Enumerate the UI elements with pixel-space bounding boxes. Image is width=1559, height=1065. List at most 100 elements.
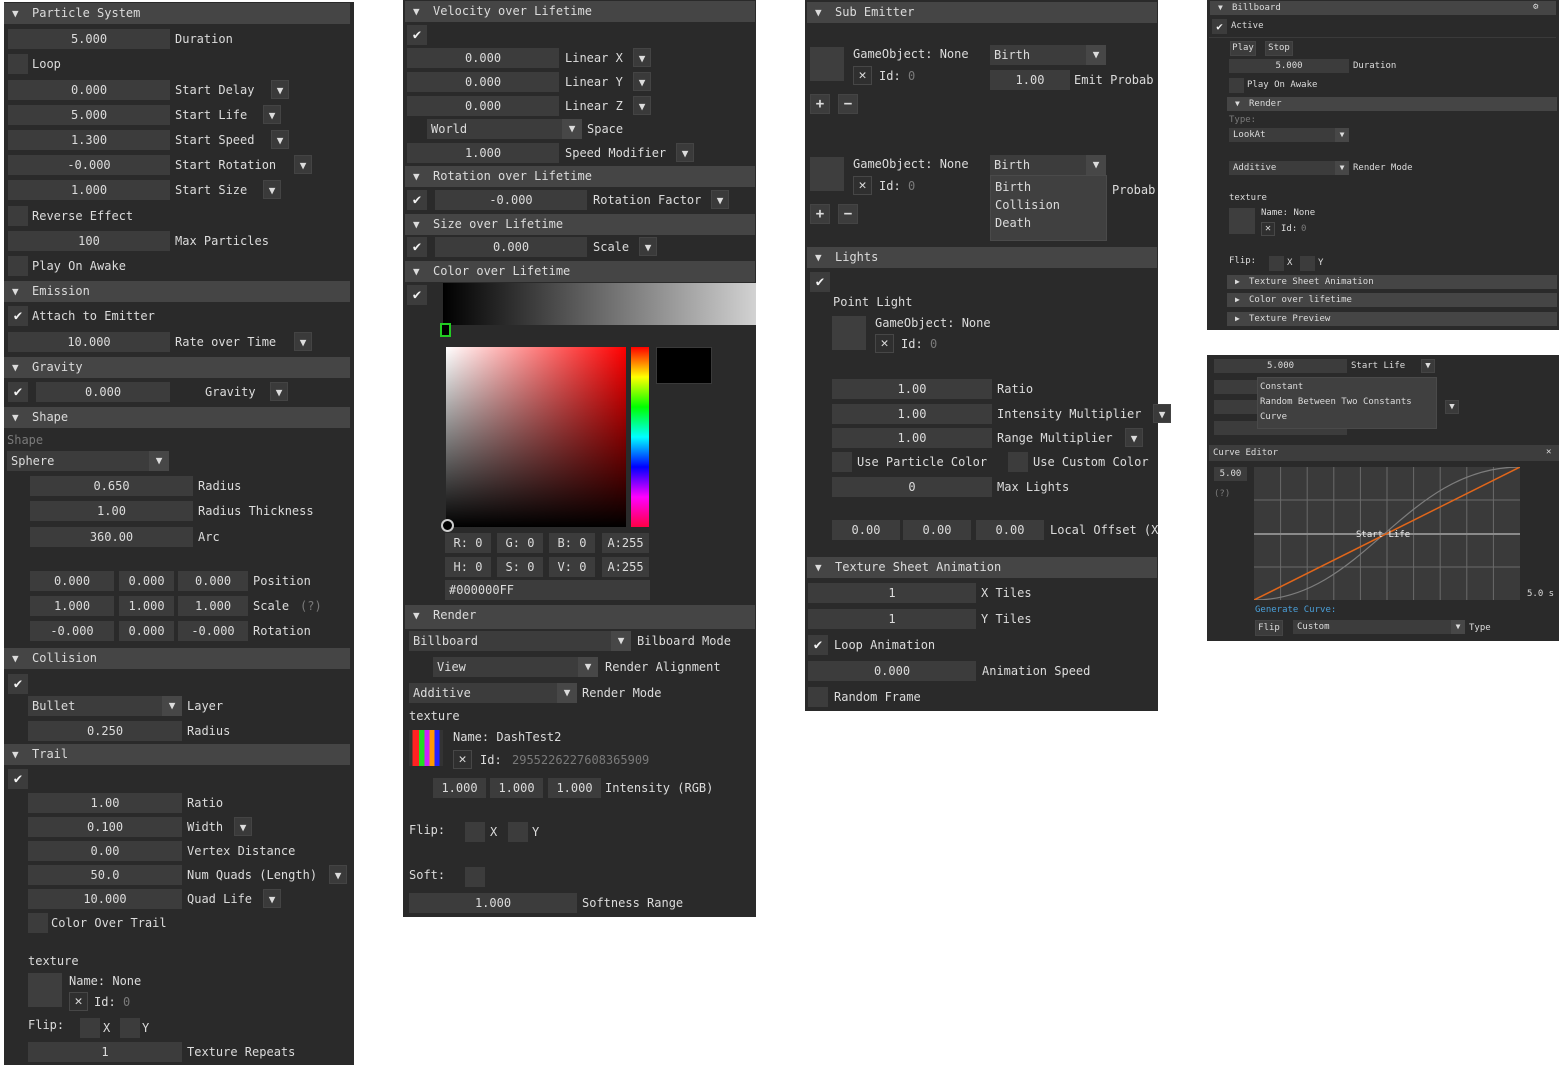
- mode-dropdown-button[interactable]: ▼: [1421, 359, 1435, 373]
- texture-thumbnail[interactable]: [810, 157, 844, 191]
- rotation-checkbox[interactable]: ✔: [407, 190, 427, 210]
- num-quads-field[interactable]: 50.0: [28, 865, 182, 885]
- event-option[interactable]: Birth: [995, 178, 1031, 196]
- linear-z-field[interactable]: 0.000: [407, 96, 559, 116]
- soft-checkbox[interactable]: [465, 867, 485, 887]
- clear-texture-button[interactable]: ✕: [853, 176, 872, 195]
- active-checkbox[interactable]: ✔: [1212, 19, 1227, 34]
- col-radius-field[interactable]: 0.250: [28, 721, 182, 741]
- vertex-distance-field[interactable]: 0.00: [28, 841, 182, 861]
- random-frame-checkbox[interactable]: [808, 687, 828, 707]
- trail-title-header[interactable]: ▼ Trail: [4, 744, 350, 765]
- clear-texture-button[interactable]: ✕: [1261, 222, 1275, 236]
- mode-dropdown-button[interactable]: ▼: [711, 190, 729, 209]
- speed-modifier-field[interactable]: 1.000: [407, 143, 559, 163]
- render-alignment-dropdown[interactable]: View ▼: [433, 657, 598, 677]
- start-delay-field[interactable]: 0.000: [8, 80, 170, 100]
- hue-slider[interactable]: [631, 347, 649, 527]
- scale-2-field[interactable]: 1.000: [178, 596, 248, 616]
- flip-y-checkbox[interactable]: [1300, 256, 1315, 271]
- gravity-field[interactable]: 0.000: [36, 382, 170, 402]
- hsva-0-field[interactable]: H: 0: [445, 557, 491, 577]
- add-sub-emitter-button[interactable]: +: [810, 204, 830, 224]
- start-life-field[interactable]: 5.000: [8, 105, 170, 125]
- intensity-0-field[interactable]: 1.000: [433, 778, 486, 798]
- max-particles-field[interactable]: 100: [8, 231, 170, 251]
- lights-title-header[interactable]: ▼ Lights: [807, 247, 1157, 268]
- gear-icon[interactable]: ⚙: [1533, 0, 1538, 14]
- flip-y-checkbox[interactable]: [120, 1018, 140, 1038]
- start-life-field[interactable]: 5.000: [1214, 359, 1347, 373]
- flip-x-checkbox[interactable]: [80, 1018, 100, 1038]
- max-lights-field[interactable]: 0: [832, 477, 992, 497]
- mode-dropdown-button[interactable]: ▼: [633, 48, 651, 67]
- local-offset-2-field[interactable]: 0.00: [976, 520, 1044, 540]
- local-offset-0-field[interactable]: 0.00: [832, 520, 900, 540]
- type-dropdown[interactable]: LookAt ▼: [1229, 128, 1349, 142]
- size-title-header[interactable]: ▼ Size over Lifetime: [405, 214, 755, 235]
- mode-dropdown-button[interactable]: ▼: [1153, 404, 1171, 423]
- radius-thickness-field[interactable]: 1.00: [30, 501, 193, 521]
- mode-dropdown-button[interactable]: ▼: [1445, 400, 1459, 414]
- x-tiles-field[interactable]: 1: [808, 583, 976, 603]
- use-custom-color-checkbox[interactable]: [1008, 452, 1028, 472]
- tsa-title-header[interactable]: ▼ Texture Sheet Animation: [807, 557, 1157, 578]
- clear-texture-button[interactable]: ✕: [853, 66, 872, 85]
- texture-thumbnail[interactable]: [810, 47, 844, 81]
- hsva-1-field[interactable]: S: 0: [497, 557, 543, 577]
- attach-checkbox[interactable]: ✔: [8, 306, 28, 326]
- tsa-title-header[interactable]: ▶ Texture Sheet Animation: [1227, 275, 1557, 289]
- add-sub-emitter-button[interactable]: +: [810, 94, 830, 114]
- gravity-checkbox[interactable]: ✔: [8, 382, 28, 402]
- linear-y-field[interactable]: 0.000: [407, 72, 559, 92]
- flip-button[interactable]: Flip: [1255, 620, 1283, 636]
- animation-speed-field[interactable]: 0.000: [808, 661, 976, 681]
- velocity-title-header[interactable]: ▼ Velocity over Lifetime: [405, 1, 755, 22]
- event-option[interactable]: Collision: [995, 196, 1060, 214]
- collision-title-header[interactable]: ▼ Collision: [4, 648, 350, 669]
- clear-texture-button[interactable]: ✕: [875, 334, 894, 353]
- stop-button[interactable]: Stop: [1265, 41, 1293, 56]
- space-dropdown[interactable]: World ▼: [427, 119, 582, 139]
- use-particle-color-checkbox[interactable]: [832, 452, 852, 472]
- gradient-marker-handle[interactable]: [440, 323, 451, 337]
- mode-dropdown-button[interactable]: ▼: [270, 382, 288, 401]
- render-title-header[interactable]: ▼ Render: [1227, 97, 1557, 111]
- intensity-1-field[interactable]: 1.000: [490, 778, 543, 798]
- curve-mode-option[interactable]: Curve: [1260, 410, 1287, 425]
- render-title-header[interactable]: ▼ Render: [405, 605, 755, 629]
- mode-dropdown-button[interactable]: ▼: [1125, 428, 1143, 447]
- probability-1-field[interactable]: 1.00: [990, 70, 1070, 90]
- texture-thumbnail[interactable]: [1229, 208, 1255, 234]
- color-over-trail-checkbox[interactable]: [28, 913, 48, 933]
- mode-dropdown-button[interactable]: ▼: [329, 865, 347, 884]
- hsva-2-field[interactable]: V: 0: [549, 557, 595, 577]
- mode-dropdown-button[interactable]: ▼: [263, 105, 281, 124]
- lights-checkbox[interactable]: ✔: [810, 272, 830, 292]
- preview-title-header[interactable]: ▶ Texture Preview: [1227, 312, 1557, 326]
- collision-checkbox[interactable]: ✔: [8, 674, 28, 694]
- remove-sub-emitter-button[interactable]: −: [838, 94, 858, 114]
- quad-life-field[interactable]: 10.000: [28, 889, 182, 909]
- mode-dropdown-button[interactable]: ▼: [633, 96, 651, 115]
- mode-dropdown-button[interactable]: ▼: [639, 237, 657, 256]
- rgba-2-field[interactable]: B: 0: [549, 533, 595, 553]
- layer-dropdown[interactable]: Bullet ▼: [28, 696, 182, 716]
- rotation-factor-field[interactable]: -0.000: [435, 190, 587, 210]
- texture-thumbnail[interactable]: [28, 973, 62, 1007]
- clear-texture-button[interactable]: ✕: [453, 750, 472, 769]
- close-icon[interactable]: ✕: [1546, 445, 1551, 459]
- gravity-title-header[interactable]: ▼ Gravity: [4, 357, 350, 378]
- hex-input[interactable]: #000000FF: [445, 580, 650, 600]
- play-button[interactable]: Play: [1230, 41, 1256, 56]
- duration-field[interactable]: 5.000: [1229, 59, 1349, 73]
- picker-cursor[interactable]: [441, 519, 454, 532]
- curve-mode-option[interactable]: Random Between Two Constants: [1260, 395, 1412, 410]
- range-multiplier-field[interactable]: 1.00: [832, 428, 992, 448]
- color-gradient-bar[interactable]: [443, 283, 756, 325]
- title-header[interactable]: ▼ Billboard: [1210, 1, 1556, 15]
- mode-dropdown-button[interactable]: ▼: [263, 180, 281, 199]
- ratio-field[interactable]: 1.00: [28, 793, 182, 813]
- color-checkbox[interactable]: ✔: [407, 285, 427, 305]
- rgba-0-field[interactable]: R: 0: [445, 533, 491, 553]
